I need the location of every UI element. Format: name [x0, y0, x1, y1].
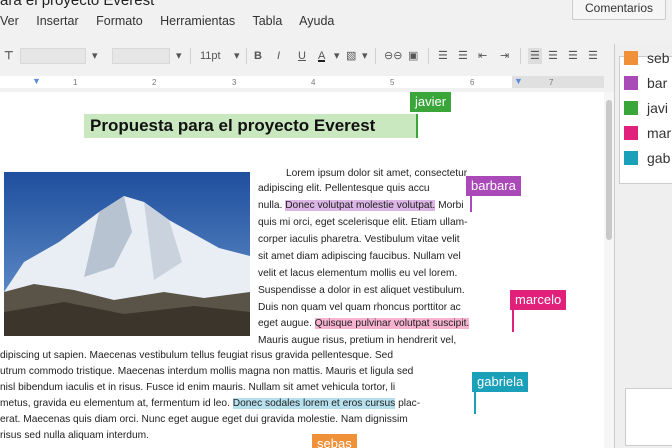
ruler-tick: 4 — [311, 78, 316, 87]
paragraph-line: adipiscing elit. Pellentesque quis accu — [258, 183, 430, 194]
collab-cursor-javier — [416, 114, 418, 138]
menu-ver[interactable]: Ver — [0, 14, 19, 28]
menu-formato[interactable]: Formato — [96, 14, 143, 28]
color-swatch — [624, 151, 638, 165]
chevron-down-icon[interactable]: ▾ — [176, 48, 182, 64]
paragraph-line: dipiscing ut sapien. Maecenas vestibulum… — [0, 350, 394, 361]
paragraph-line: corper iaculis pharetra. Vestibulum vita… — [258, 234, 460, 245]
ruler-tick: 2 — [152, 78, 157, 87]
ruler-tick: 3 — [232, 78, 237, 87]
paint-format-icon[interactable]: ⊤ — [4, 48, 14, 64]
chevron-down-icon[interactable]: ▾ — [362, 48, 368, 64]
document-heading: Propuesta para el proyecto Everest — [84, 114, 416, 138]
scrollbar-thumb[interactable] — [606, 100, 612, 240]
menu-tabla[interactable]: Tabla — [252, 14, 282, 28]
menu-ayuda[interactable]: Ayuda — [299, 14, 334, 28]
text-color-button[interactable]: A — [318, 48, 326, 62]
color-swatch — [624, 76, 638, 90]
chevron-down-icon[interactable]: ▾ — [92, 48, 98, 64]
chevron-down-icon[interactable]: ▾ — [334, 48, 340, 64]
right-indent-marker-icon[interactable]: ▼ — [514, 76, 523, 86]
bold-button[interactable]: B — [254, 48, 262, 64]
bulleted-list-icon[interactable]: ☰ — [458, 48, 468, 64]
align-center-icon[interactable]: ☰ — [548, 48, 558, 64]
paragraph-line: sit amet diam adipiscing faucibus. Nulla… — [258, 251, 461, 262]
menu-insertar[interactable]: Insertar — [36, 14, 78, 28]
paragraph-line: metus, gravida eu elementum at, fermentu… — [0, 398, 421, 409]
chevron-down-icon[interactable]: ▾ — [234, 48, 240, 64]
collaborator-item[interactable]: bar — [624, 75, 667, 91]
paragraph-line: nisl bibendum iaculis et in risus. Fusce… — [0, 382, 396, 393]
underline-button[interactable]: U — [298, 48, 306, 64]
paragraph-line: nulla. Donec volutpat molestie volutpat.… — [258, 200, 464, 211]
paragraph-line: utrum commodo tristique. Maecenas interd… — [0, 366, 414, 377]
paragraph-line: Lorem ipsum dolor sit amet, consectetur — [286, 168, 468, 179]
everest-photo — [4, 172, 250, 336]
paragraph-line: Duis non quam vel quam rhoncus porttitor… — [258, 302, 461, 313]
collab-label-marcelo: marcelo — [510, 290, 567, 310]
collaborator-item[interactable]: seb — [624, 50, 670, 66]
paragraph-line: risus sed nulla aliquam interdum. — [0, 430, 149, 441]
collab-label-sebas: sebas — [312, 434, 357, 448]
color-swatch — [624, 51, 638, 65]
collab-label-javier: javier — [410, 92, 452, 112]
menu-bar: Ver Insertar Formato Herramientas Tabla … — [0, 14, 348, 32]
paragraph-line: erat. Maecenas quis diam orci. Nunc eget… — [0, 414, 408, 425]
ruler-tick: 1 — [73, 78, 78, 87]
highlight-color-icon[interactable]: ▧ — [346, 48, 356, 64]
align-left-icon[interactable]: ☰ — [528, 48, 542, 64]
collab-label-barbara: barbara — [466, 176, 521, 196]
ruler-tick: 6 — [470, 78, 475, 87]
font-dropdown[interactable] — [112, 48, 170, 64]
italic-button[interactable]: I — [277, 48, 280, 64]
paragraph-line: quis mi orci, eget scelerisque elit. Eti… — [258, 217, 468, 228]
paragraph-line: velit et lacus elementum mollis eu vel l… — [258, 268, 458, 279]
menu-herramientas[interactable]: Herramientas — [160, 14, 235, 28]
align-right-icon[interactable]: ☰ — [568, 48, 578, 64]
justify-icon[interactable]: ☰ — [588, 48, 598, 64]
collab-label-gabriela: gabriela — [472, 372, 529, 392]
indent-marker-icon[interactable]: ▼ — [32, 76, 41, 86]
color-swatch — [624, 126, 638, 140]
comments-button[interactable]: Comentarios — [572, 0, 666, 20]
paragraph-line: Suspendisse a dolor in est aliquet vesti… — [258, 285, 465, 296]
style-dropdown[interactable] — [20, 48, 86, 64]
image-icon[interactable]: ▣ — [408, 48, 418, 64]
increase-indent-icon[interactable]: ⇥ — [500, 48, 509, 64]
collaborators-panel: seb bar javi mar gab — [614, 44, 672, 448]
collaborator-item[interactable]: gab — [624, 150, 670, 166]
toolbar: ⊤ ▾ ▾ 11pt ▾ B I U A ▾ ▧ ▾ ⊖⊖ ▣ ☰ ☰ ⇤ ⇥ … — [0, 44, 604, 68]
chat-input[interactable] — [625, 388, 672, 446]
document-page[interactable]: Propuesta para el proyecto Everest javie… — [0, 92, 604, 448]
ruler-tick: 5 — [390, 78, 395, 87]
ruler-tick: 7 — [549, 78, 554, 87]
numbered-list-icon[interactable]: ☰ — [438, 48, 448, 64]
collaborator-item[interactable]: javi — [624, 100, 668, 116]
collaborator-item[interactable]: mar — [624, 125, 671, 141]
paragraph-line: eget augue. Quisque pulvinar volutpat su… — [258, 318, 470, 329]
document-title-bar[interactable]: ara el proyecto Everest — [0, 0, 154, 9]
color-swatch — [624, 101, 638, 115]
paragraph-line: Mauris augue risus, pretium in hendrerit… — [258, 335, 457, 346]
ruler: ▼ ▼ 1 2 3 4 5 6 7 — [0, 74, 604, 92]
font-size-dropdown[interactable]: 11pt — [200, 48, 221, 64]
decrease-indent-icon[interactable]: ⇤ — [478, 48, 487, 64]
link-icon[interactable]: ⊖⊖ — [384, 48, 402, 64]
